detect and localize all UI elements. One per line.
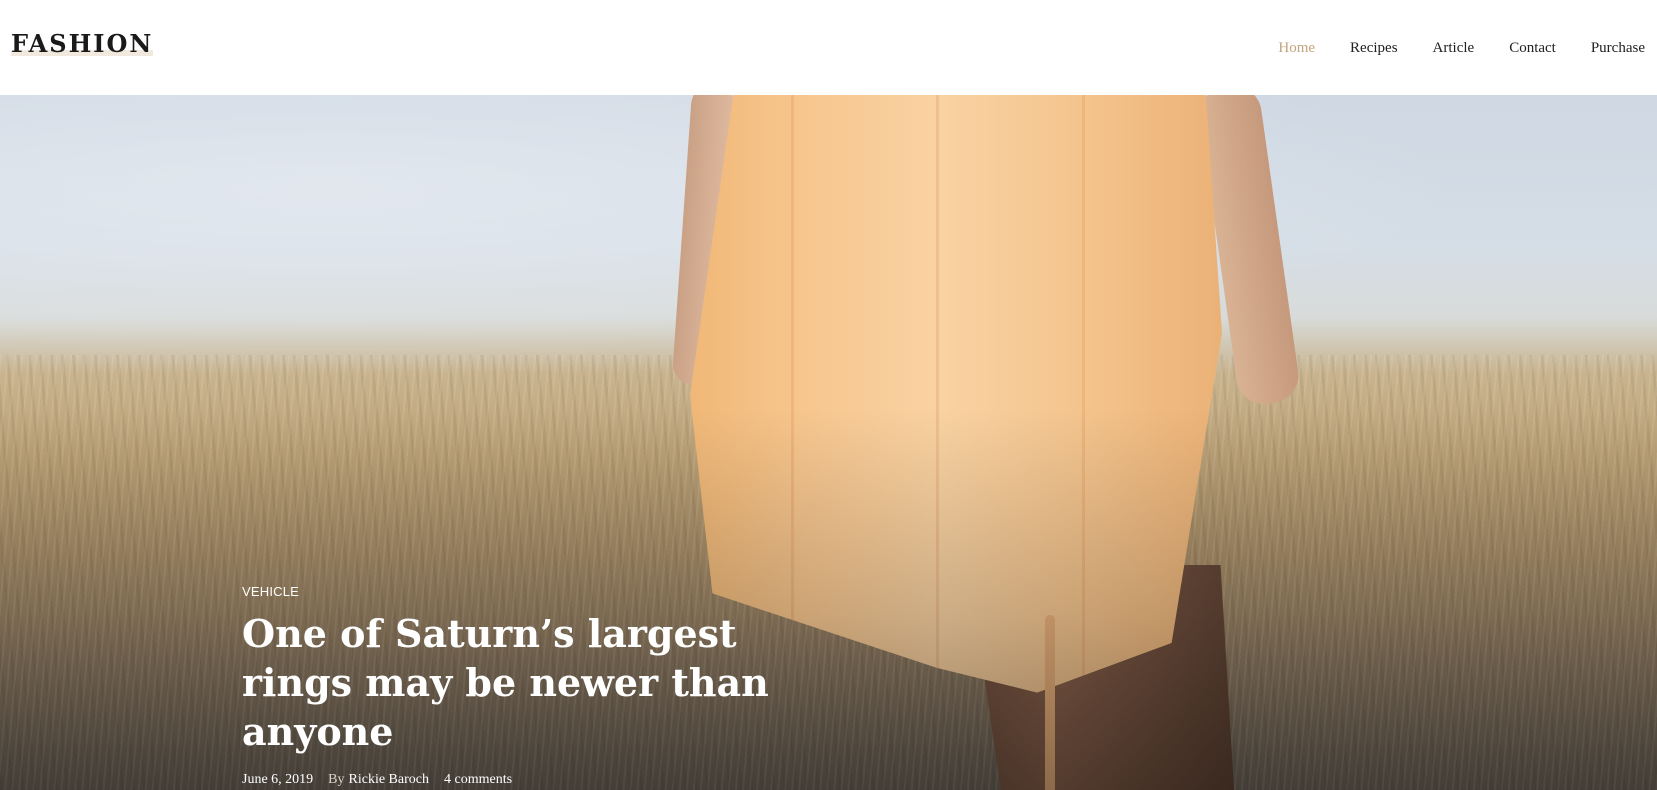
nav-item-contact[interactable]: Contact [1509, 40, 1556, 57]
post-meta: June 6, 2019 By Rickie Baroch 4 comments [242, 772, 842, 788]
hero-banner: VEHICLE One of Saturn’s largest rings ma… [0, 95, 1657, 790]
post-category[interactable]: VEHICLE [242, 584, 299, 599]
site-header: FASHION Home Recipes Article Contact Pur… [0, 0, 1657, 95]
nav-item-home[interactable]: Home [1278, 40, 1315, 57]
nav-item-recipes[interactable]: Recipes [1350, 40, 1397, 57]
nav-item-article[interactable]: Article [1433, 40, 1475, 57]
hero-caption: VEHICLE One of Saturn’s largest rings ma… [242, 583, 842, 788]
main-nav: Home Recipes Article Contact Purchase [1243, 40, 1645, 57]
post-author-link[interactable]: Rickie Baroch [349, 772, 429, 788]
post-date: June 6, 2019 [242, 772, 314, 787]
nav-item-purchase[interactable]: Purchase [1591, 40, 1645, 57]
site-logo[interactable]: FASHION [11, 29, 154, 58]
post-by-label: By [328, 772, 345, 787]
post-comments-link[interactable]: 4 comments [444, 772, 512, 788]
post-title[interactable]: One of Saturn’s largest rings may be new… [242, 609, 822, 756]
